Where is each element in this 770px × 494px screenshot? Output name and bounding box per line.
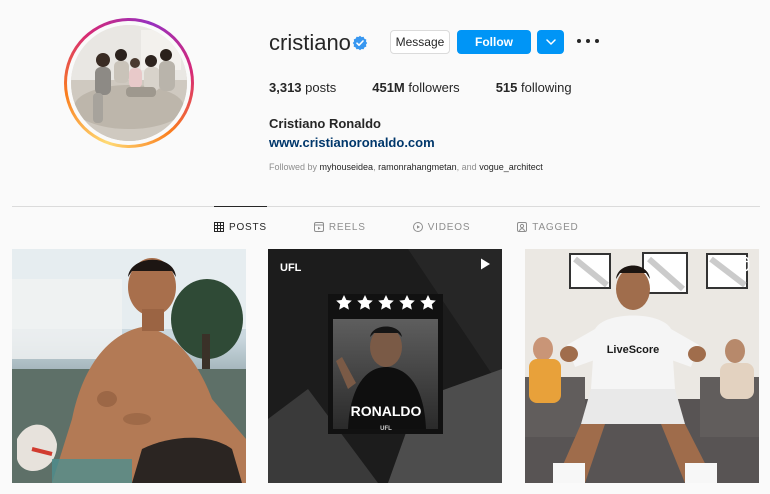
followers-stat[interactable]: 451M followers — [372, 80, 459, 95]
tagged-icon — [517, 222, 528, 232]
followers-label: followers — [404, 80, 460, 95]
tab-tagged[interactable]: TAGGED — [517, 207, 578, 247]
post-logo-text: UFL — [280, 262, 302, 274]
profile-website-link[interactable]: www.cristianoronaldo.com — [269, 135, 435, 150]
followed-by-and: , and — [456, 162, 480, 172]
post-overlay-sponsor: LiveScore — [607, 344, 660, 356]
following-label: following — [517, 80, 572, 95]
post-overlay-logo: UFL — [380, 426, 392, 432]
suggested-accounts-button[interactable] — [537, 30, 564, 54]
reels-icon — [313, 222, 324, 232]
chevron-down-icon — [545, 39, 556, 45]
message-button[interactable]: Message — [390, 30, 450, 54]
avatar-gap — [67, 21, 191, 145]
more-dot — [586, 39, 590, 43]
video-icon — [412, 222, 423, 232]
tab-label: POSTS — [229, 221, 267, 233]
tab-label: TAGGED — [532, 221, 579, 233]
post-thumbnail[interactable]: LiveScore — [525, 249, 759, 483]
profile-avatar — [71, 25, 187, 141]
followed-by-text[interactable]: Followed by myhouseidea, ramonrahangmeta… — [269, 162, 543, 172]
verified-badge-icon — [352, 35, 368, 51]
followed-by-user[interactable]: ramonrahangmetan — [378, 162, 457, 172]
reel-play-icon — [481, 258, 490, 270]
profile-full-name: Cristiano Ronaldo — [269, 116, 381, 131]
more-dot — [577, 39, 581, 43]
followed-by-user[interactable]: vogue_architect — [479, 162, 543, 172]
follow-button[interactable]: Follow — [457, 30, 531, 54]
followed-by-prefix: Followed by — [269, 162, 320, 172]
post-thumbnail[interactable] — [12, 249, 246, 483]
posts-label: posts — [301, 80, 337, 95]
post-thumbnail[interactable]: UFL RONALDO UFL — [268, 249, 502, 483]
tab-label: REELS — [328, 221, 366, 233]
followers-count: 451M — [372, 80, 405, 95]
posts-stat: 3,313 posts — [269, 80, 336, 95]
profile-username: cristiano — [269, 30, 351, 55]
profile-avatar-ring[interactable] — [64, 18, 194, 148]
following-stat[interactable]: 515 following — [496, 80, 572, 95]
profile-tabs: POSTS REELS VIDEOS TAGGED — [214, 206, 626, 247]
tab-videos[interactable]: VIDEOS — [412, 207, 471, 247]
grid-icon — [214, 222, 224, 232]
post-overlay-name: RONALDO — [351, 403, 422, 419]
more-dot — [595, 39, 599, 43]
tab-posts[interactable]: POSTS — [214, 206, 267, 247]
more-options-icon[interactable] — [577, 33, 599, 49]
reels-icon — [734, 256, 750, 272]
avatar-photo — [71, 25, 187, 141]
post-photo: UFL RONALDO UFL — [268, 249, 502, 483]
post-photo: LiveScore — [525, 249, 759, 483]
tab-label: VIDEOS — [427, 221, 471, 233]
followed-by-user[interactable]: myhouseidea — [320, 162, 374, 172]
following-count: 515 — [495, 80, 518, 95]
posts-count: 3,313 — [269, 80, 302, 95]
tab-reels[interactable]: REELS — [313, 207, 366, 247]
profile-stats: 3,313 posts 451M followers 515 following — [269, 80, 608, 95]
post-photo — [12, 249, 246, 483]
